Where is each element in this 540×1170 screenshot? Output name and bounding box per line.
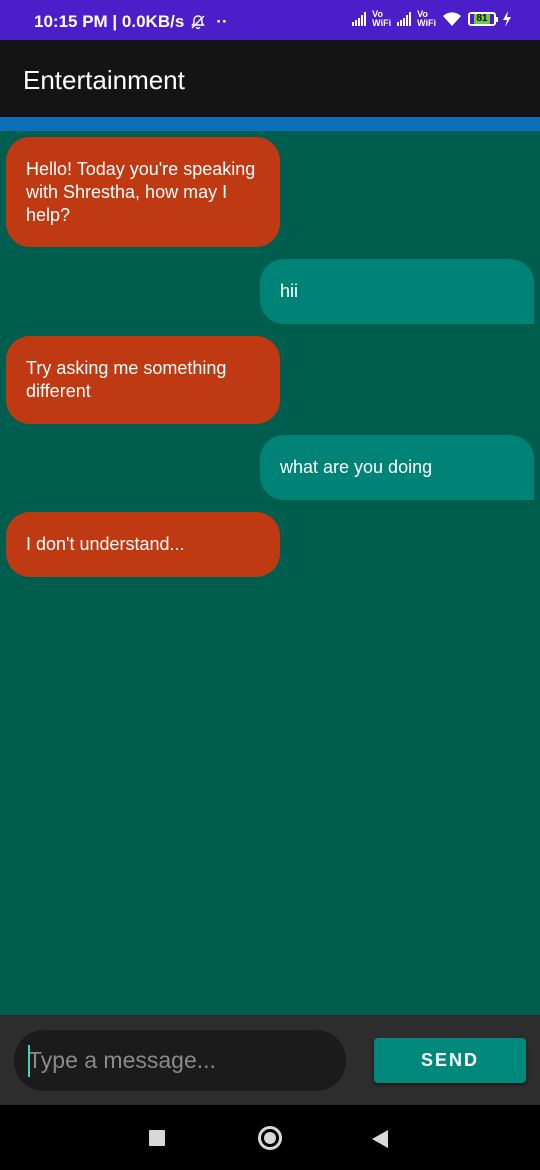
composer-bar: SEND <box>0 1015 540 1105</box>
signal-icon <box>397 12 412 26</box>
message-text: what are you doing <box>280 457 433 477</box>
charging-bolt-icon <box>503 11 511 27</box>
send-button[interactable]: SEND <box>374 1038 526 1083</box>
accent-strip <box>0 117 540 131</box>
bot-message-bubble: I don't understand... <box>6 512 280 577</box>
status-right: Vo WiFi Vo WiFi 81 <box>352 10 512 28</box>
status-bar: 10:15 PM | 0.0KB/s ·· Vo WiFi Vo WiFi 81 <box>0 0 540 40</box>
status-left: 10:15 PM | 0.0KB/s ·· <box>34 12 228 32</box>
message-text: I don't understand... <box>26 534 185 554</box>
message-text: hii <box>280 281 299 301</box>
text-caret <box>28 1045 30 1077</box>
message-input[interactable] <box>14 1030 346 1091</box>
battery-icon: 81 <box>468 12 498 26</box>
status-time: 10:15 PM | 0.0KB/s <box>34 12 185 31</box>
signal-icon <box>352 12 367 26</box>
vowifi-bottom-label: WiFi <box>372 18 392 28</box>
bot-message-bubble: Hello! Today you're speaking with Shrest… <box>6 137 280 247</box>
vowifi-icon: Vo WiFi <box>417 10 436 28</box>
chat-area[interactable]: Hello! Today you're speaking with Shrest… <box>0 131 540 1015</box>
user-message-bubble: what are you doing <box>260 435 534 500</box>
home-circle-icon[interactable] <box>258 1126 282 1150</box>
bot-message-bubble: Try asking me something different <box>6 336 280 424</box>
app-bar: Entertainment <box>0 40 540 117</box>
wifi-icon <box>443 12 461 26</box>
back-triangle-icon[interactable] <box>372 1130 388 1148</box>
battery-level: 81 <box>474 13 490 24</box>
mute-bell-icon <box>191 15 206 30</box>
system-nav-bar <box>0 1105 540 1170</box>
page-title: Entertainment <box>23 65 185 95</box>
message-text: Hello! Today you're speaking with Shrest… <box>26 158 256 225</box>
status-dots: ·· <box>216 12 228 31</box>
user-message-bubble: hii <box>260 259 534 324</box>
recents-square-icon[interactable] <box>149 1130 165 1146</box>
vowifi-icon: Vo WiFi <box>372 10 391 28</box>
vowifi-bottom-label: WiFi <box>417 18 436 28</box>
message-text: Try asking me something different <box>26 358 227 401</box>
